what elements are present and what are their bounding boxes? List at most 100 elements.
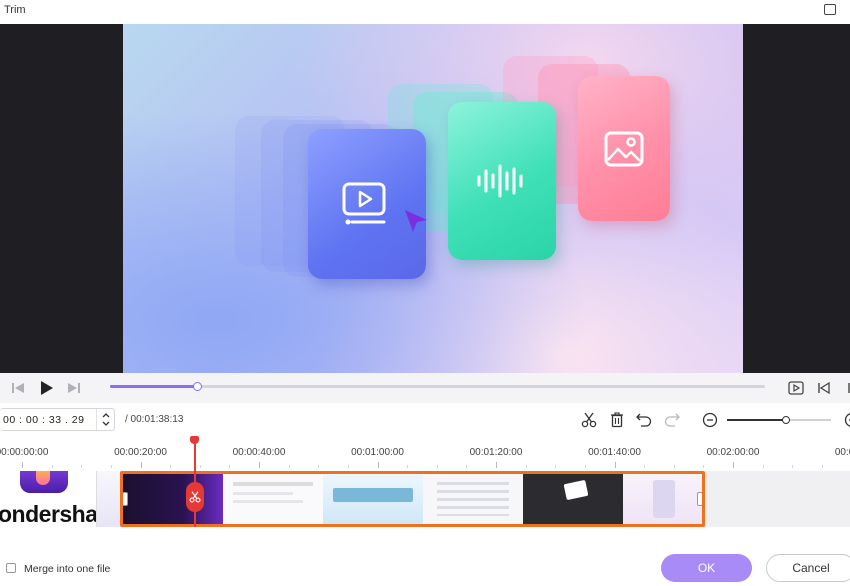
clip-frame-detail [233,492,293,495]
clip-frame-detail [437,482,509,516]
stepper-icon [102,413,110,426]
trim-toolbar: 00 : 00 : 33 . 29 / 00:01:38:13 [0,403,850,437]
ruler-tick-label: 00:02:2 [834,447,850,458]
delete-button[interactable] [608,411,625,428]
ruler-tick [733,462,734,468]
thumbnail-strip [96,471,120,527]
ruler-minor-tick [288,465,290,468]
ruler-minor-tick [673,465,675,468]
audio-card [448,102,556,260]
ok-button[interactable]: OK [661,554,752,582]
clip-thumbnail-unselected: ondersha [0,471,120,527]
video-preview [0,24,850,373]
go-to-start-button[interactable] [816,380,832,396]
dialog-footer: Merge into one file OK Cancel [0,527,850,586]
zoom-knob[interactable] [782,416,791,424]
ruler-minor-tick [318,465,320,468]
brand-logo [20,471,68,493]
play-button[interactable] [38,380,54,396]
title-bar: Trim [0,0,850,24]
ruler-tick [496,462,497,468]
play-frame-icon [788,381,804,395]
next-frame-button[interactable] [66,380,82,396]
ruler-minor-tick [555,465,557,468]
undo-icon [635,413,651,427]
thumbnail-brand-text: ondersha [0,501,98,527]
scissors-icon [581,412,596,427]
previous-frame-icon [12,383,24,393]
merge-checkbox[interactable] [6,563,16,573]
video-frame [123,24,743,373]
ruler-tick-label: 00:01:00:00 [351,447,404,458]
ruler-minor-tick [199,465,201,468]
maximize-icon[interactable] [824,4,836,15]
playback-controls [0,373,850,403]
clip-frame-detail [563,479,589,501]
skip-back-icon [818,381,830,395]
scissors-icon [189,491,201,503]
ruler-minor-tick [703,465,705,468]
playback-progress-bar[interactable] [110,382,765,391]
zoom-out-icon [702,412,717,427]
clip-frame [623,474,702,524]
split-at-playhead-button[interactable] [186,482,204,512]
ruler-minor-tick [347,465,349,468]
ruler-minor-tick [821,465,823,468]
zoom-in-button[interactable] [840,411,850,428]
current-time-value: 00 : 00 : 33 . 29 [3,414,85,426]
undo-button[interactable] [635,411,652,428]
ruler-minor-tick [407,465,409,468]
zoom-out-button[interactable] [701,411,718,428]
preview-mode-button[interactable] [788,380,804,396]
previous-frame-button[interactable] [10,380,26,396]
progress-knob[interactable] [193,382,203,391]
video-card [308,129,426,279]
clip-frame [423,474,523,524]
clip-frame [523,474,623,524]
ruler-tick [140,462,142,468]
ruler-tick-label: 00:01:20:00 [469,447,523,458]
ruler-tick-label: 00:00:00:00 [0,447,49,458]
ruler-tick [259,462,260,468]
clip-frame-detail [333,488,413,502]
cancel-button[interactable]: Cancel [766,554,850,582]
ruler-tick-label: 00:02:00:00 [706,447,760,458]
next-frame-icon [68,383,80,393]
zoom-in-icon [844,412,850,427]
time-stepper[interactable] [96,409,114,430]
play-icon [40,381,53,395]
clip-frame [223,474,323,524]
ruler-minor-tick [51,465,53,468]
merge-checkbox-label: Merge into one file [24,563,111,575]
ruler-minor-tick [229,465,231,468]
ruler-tick-label: 00:00:20:00 [114,447,167,458]
trim-end-handle[interactable] [697,492,702,506]
window-title: Trim [4,4,26,16]
ruler-minor-tick [584,465,586,468]
trash-icon [610,411,623,427]
clip-frame-detail [653,480,675,518]
playhead-handle[interactable] [190,436,199,444]
skip-forward-icon [848,383,850,393]
ruler-minor-tick [81,465,83,468]
clip-frame [323,474,423,524]
audio-wave-icon [477,164,523,198]
clip-frame-detail [233,482,313,486]
image-icon [604,131,644,166]
ruler-minor-tick [466,465,468,468]
redo-button[interactable] [663,411,680,428]
zoom-slider[interactable] [727,416,831,424]
cursor-arrow-icon [405,210,427,232]
ruler-minor-tick [170,465,172,468]
ruler-tick [614,462,616,468]
total-duration: / 00:01:38:13 [125,414,184,425]
trim-selection[interactable] [120,471,705,527]
current-time-field[interactable]: 00 : 00 : 33 . 29 [0,408,115,431]
ruler-minor-tick [792,465,794,468]
split-button[interactable] [580,411,597,428]
timeline-ruler[interactable]: 00:00:00:00 00:00:20:00 00:00:40:00 00:01:0… [0,437,850,471]
redo-icon [664,413,680,427]
trim-start-handle[interactable] [123,492,128,506]
video-icon [342,182,386,225]
go-to-end-button[interactable] [842,380,850,396]
